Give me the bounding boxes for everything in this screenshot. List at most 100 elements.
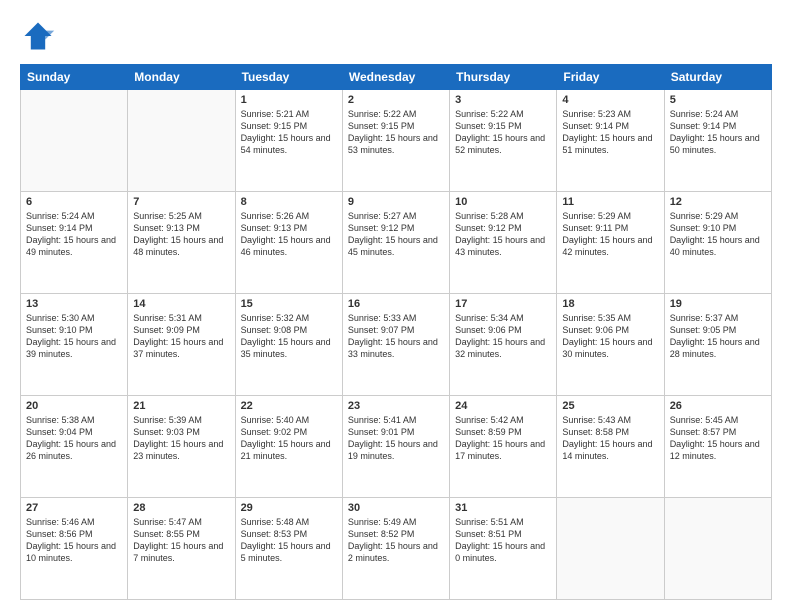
cell-details: Sunrise: 5:41 AMSunset: 9:01 PMDaylight:… [348,414,444,463]
cell-details: Sunrise: 5:51 AMSunset: 8:51 PMDaylight:… [455,516,551,565]
calendar-header-row: SundayMondayTuesdayWednesdayThursdayFrid… [21,65,772,90]
weekday-header: Sunday [21,65,128,90]
day-number: 4 [562,94,658,106]
calendar-cell: 29Sunrise: 5:48 AMSunset: 8:53 PMDayligh… [235,498,342,600]
day-number: 22 [241,400,337,412]
cell-details: Sunrise: 5:31 AMSunset: 9:09 PMDaylight:… [133,312,229,361]
cell-details: Sunrise: 5:29 AMSunset: 9:11 PMDaylight:… [562,210,658,259]
calendar-cell: 3 Sunrise: 5:22 AMSunset: 9:15 PMDaylight… [450,90,557,192]
calendar-cell: 28 Sunrise: 5:47 AMSunset: 8:55 PMDayligh… [128,498,235,600]
calendar-cell: 12 Sunrise: 5:29 AMSunset: 9:10 PMDayligh… [664,192,771,294]
cell-details: Sunrise: 5:38 AMSunset: 9:04 PMDaylight:… [26,414,122,463]
calendar-cell: 7 Sunrise: 5:25 AMSunset: 9:13 PMDaylight… [128,192,235,294]
calendar-cell: 9Sunrise: 5:27 AMSunset: 9:12 PMDaylight… [342,192,449,294]
cell-details: Sunrise: 5:27 AMSunset: 9:12 PMDaylight:… [348,210,444,259]
weekday-header: Monday [128,65,235,90]
calendar-cell: 15Sunrise: 5:32 AMSunset: 9:08 PMDayligh… [235,294,342,396]
calendar-cell: 23 Sunrise: 5:41 AMSunset: 9:01 PMDayligh… [342,396,449,498]
logo [20,18,62,54]
day-number: 11 [562,196,658,208]
calendar-cell: 19 Sunrise: 5:37 AMSunset: 9:05 PMDayligh… [664,294,771,396]
cell-details: Sunrise: 5:29 AMSunset: 9:10 PMDaylight:… [670,210,766,259]
cell-details: Sunrise: 5:30 AMSunset: 9:10 PMDaylight:… [26,312,122,361]
calendar-cell: 26 Sunrise: 5:45 AMSunset: 8:57 PMDayligh… [664,396,771,498]
day-number: 19 [670,298,766,310]
cell-details: Sunrise: 5:21 AMSunset: 9:15 PMDaylight:… [241,108,337,157]
day-number: 8 [241,196,337,208]
calendar-cell: 8 Sunrise: 5:26 AMSunset: 9:13 PMDaylight… [235,192,342,294]
day-number: 16 [348,298,444,310]
day-number: 7 [133,196,229,208]
cell-details: Sunrise: 5:40 AMSunset: 9:02 PMDaylight:… [241,414,337,463]
calendar-body: 1 Sunrise: 5:21 AMSunset: 9:15 PMDaylight… [21,90,772,600]
day-number: 3 [455,94,551,106]
calendar-cell [21,90,128,192]
day-number: 2 [348,94,444,106]
calendar-cell: 4 Sunrise: 5:23 AMSunset: 9:14 PMDaylight… [557,90,664,192]
calendar-cell: 2Sunrise: 5:22 AMSunset: 9:15 PMDaylight… [342,90,449,192]
cell-details: Sunrise: 5:34 AMSunset: 9:06 PMDaylight:… [455,312,551,361]
calendar-cell: 25 Sunrise: 5:43 AMSunset: 8:58 PMDayligh… [557,396,664,498]
day-number: 1 [241,94,337,106]
day-number: 6 [26,196,122,208]
page: SundayMondayTuesdayWednesdayThursdayFrid… [0,0,792,612]
day-number: 20 [26,400,122,412]
calendar-week-row: 27 Sunrise: 5:46 AMSunset: 8:56 PMDayligh… [21,498,772,600]
cell-details: Sunrise: 5:47 AMSunset: 8:55 PMDaylight:… [133,516,229,565]
day-number: 17 [455,298,551,310]
calendar-week-row: 6Sunrise: 5:24 AMSunset: 9:14 PMDaylight… [21,192,772,294]
weekday-header: Tuesday [235,65,342,90]
day-number: 24 [455,400,551,412]
cell-details: Sunrise: 5:37 AMSunset: 9:05 PMDaylight:… [670,312,766,361]
calendar-week-row: 20 Sunrise: 5:38 AMSunset: 9:04 PMDayligh… [21,396,772,498]
header [20,18,772,54]
cell-details: Sunrise: 5:43 AMSunset: 8:58 PMDaylight:… [562,414,658,463]
weekday-header: Thursday [450,65,557,90]
logo-icon [20,18,56,54]
calendar-cell: 16Sunrise: 5:33 AMSunset: 9:07 PMDayligh… [342,294,449,396]
cell-details: Sunrise: 5:45 AMSunset: 8:57 PMDaylight:… [670,414,766,463]
cell-details: Sunrise: 5:23 AMSunset: 9:14 PMDaylight:… [562,108,658,157]
day-number: 31 [455,502,551,514]
cell-details: Sunrise: 5:46 AMSunset: 8:56 PMDaylight:… [26,516,122,565]
calendar-week-row: 13 Sunrise: 5:30 AMSunset: 9:10 PMDayligh… [21,294,772,396]
cell-details: Sunrise: 5:28 AMSunset: 9:12 PMDaylight:… [455,210,551,259]
day-number: 30 [348,502,444,514]
calendar-cell: 18Sunrise: 5:35 AMSunset: 9:06 PMDayligh… [557,294,664,396]
calendar-week-row: 1 Sunrise: 5:21 AMSunset: 9:15 PMDaylight… [21,90,772,192]
calendar-cell: 27 Sunrise: 5:46 AMSunset: 8:56 PMDayligh… [21,498,128,600]
cell-details: Sunrise: 5:25 AMSunset: 9:13 PMDaylight:… [133,210,229,259]
day-number: 18 [562,298,658,310]
day-number: 26 [670,400,766,412]
cell-details: Sunrise: 5:32 AMSunset: 9:08 PMDaylight:… [241,312,337,361]
calendar-cell: 17 Sunrise: 5:34 AMSunset: 9:06 PMDayligh… [450,294,557,396]
cell-details: Sunrise: 5:42 AMSunset: 8:59 PMDaylight:… [455,414,551,463]
cell-details: Sunrise: 5:49 AMSunset: 8:52 PMDaylight:… [348,516,444,565]
day-number: 27 [26,502,122,514]
day-number: 23 [348,400,444,412]
calendar-cell: 30 Sunrise: 5:49 AMSunset: 8:52 PMDayligh… [342,498,449,600]
day-number: 10 [455,196,551,208]
day-number: 5 [670,94,766,106]
day-number: 25 [562,400,658,412]
cell-details: Sunrise: 5:39 AMSunset: 9:03 PMDaylight:… [133,414,229,463]
day-number: 28 [133,502,229,514]
calendar-cell: 6Sunrise: 5:24 AMSunset: 9:14 PMDaylight… [21,192,128,294]
day-number: 14 [133,298,229,310]
day-number: 21 [133,400,229,412]
calendar-cell [557,498,664,600]
cell-details: Sunrise: 5:26 AMSunset: 9:13 PMDaylight:… [241,210,337,259]
weekday-header: Wednesday [342,65,449,90]
day-number: 12 [670,196,766,208]
calendar-cell: 14 Sunrise: 5:31 AMSunset: 9:09 PMDayligh… [128,294,235,396]
calendar-cell: 21 Sunrise: 5:39 AMSunset: 9:03 PMDayligh… [128,396,235,498]
cell-details: Sunrise: 5:24 AMSunset: 9:14 PMDaylight:… [670,108,766,157]
day-number: 13 [26,298,122,310]
calendar-cell [128,90,235,192]
calendar-cell: 11 Sunrise: 5:29 AMSunset: 9:11 PMDayligh… [557,192,664,294]
calendar-cell [664,498,771,600]
calendar-cell: 10 Sunrise: 5:28 AMSunset: 9:12 PMDayligh… [450,192,557,294]
calendar-table: SundayMondayTuesdayWednesdayThursdayFrid… [20,64,772,600]
weekday-header: Saturday [664,65,771,90]
cell-details: Sunrise: 5:22 AMSunset: 9:15 PMDaylight:… [455,108,551,157]
